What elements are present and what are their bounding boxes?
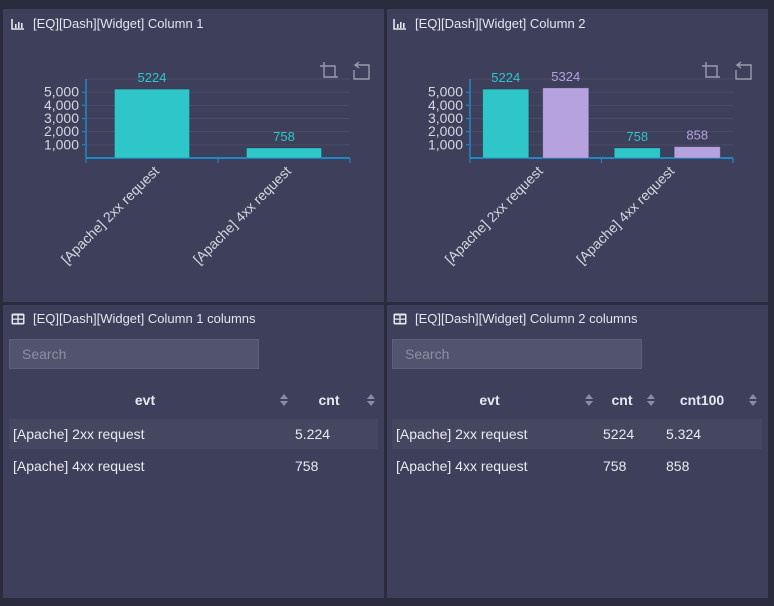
column-header-cnt[interactable]: cnt — [299, 390, 359, 410]
x-tick-label: [Apache] 4xx request — [190, 163, 294, 267]
table-row: [Apache] 2xx request 5.224 — [9, 419, 378, 449]
table-row: [Apache] 4xx request 758 858 — [396, 458, 690, 474]
search-input[interactable] — [9, 339, 259, 369]
table-widget-2: [EQ][Dash][Widget] Column 2 columns evt … — [387, 305, 768, 598]
data-label: 5224 — [138, 70, 167, 85]
bar-chart-2: 1,0002,0003,0004,0005,0005224 5324[Apache… — [428, 69, 734, 267]
table-header: evt cnt — [9, 390, 378, 410]
sort-icon[interactable] — [749, 394, 757, 406]
chart-widget-2: [EQ][Dash][Widget] Column 2 1,000 2,000 3,… — [387, 9, 768, 302]
table-header: evt cnt cnt100 — [392, 390, 762, 410]
table-widget-1: [EQ][Dash][Widget] Column 1 columns evt … — [3, 305, 384, 598]
y-tick-label: 5,000 — [44, 84, 79, 100]
chart-widget-1: [EQ][Dash][Widget] Column 1 1,000 2,000 3,… — [3, 9, 384, 302]
y-tick-label: 5,000 — [428, 84, 463, 100]
bar-cnt100 — [673, 146, 721, 159]
table-row: [Apache] 2xx request 5224 5.324 — [392, 419, 762, 449]
sort-icon[interactable] — [585, 394, 593, 406]
data-label: 5224 — [491, 70, 520, 85]
data-label: 758 — [273, 129, 295, 144]
table-row: [Apache] 4xx request 758 — [13, 458, 319, 474]
data-label: 5324 — [551, 69, 580, 84]
x-tick-label: [Apache] 2xx request — [58, 163, 162, 267]
bar-chart-1: 1,0002,0003,0004,0005,0005224[Apache] 2x… — [44, 70, 351, 267]
widget-title: [EQ][Dash][Widget] Column 2 columns — [393, 311, 638, 326]
data-label: 858 — [686, 128, 708, 143]
bar-cnt — [246, 147, 322, 159]
x-tick-label: [Apache] 2xx request — [442, 163, 546, 267]
x-tick-label: [Apache] 4xx request — [573, 163, 677, 267]
column-header-evt[interactable]: evt — [9, 390, 281, 410]
bar-cnt — [482, 88, 530, 159]
table-icon — [11, 313, 25, 325]
bar-cnt — [114, 88, 190, 159]
sort-icon[interactable] — [367, 394, 375, 406]
sort-icon[interactable] — [647, 394, 655, 406]
widget-title: [EQ][Dash][Widget] Column 1 columns — [11, 311, 256, 326]
column-header-evt[interactable]: evt — [392, 390, 587, 410]
data-label: 758 — [626, 129, 648, 144]
column-header-cnt[interactable]: cnt — [602, 390, 642, 410]
sort-icon[interactable] — [280, 394, 288, 406]
search-input[interactable] — [392, 339, 642, 369]
bar-cnt — [613, 147, 661, 159]
bar-cnt100 — [542, 87, 590, 159]
table-icon — [393, 313, 407, 325]
column-header-cnt100[interactable]: cnt100 — [670, 390, 734, 410]
